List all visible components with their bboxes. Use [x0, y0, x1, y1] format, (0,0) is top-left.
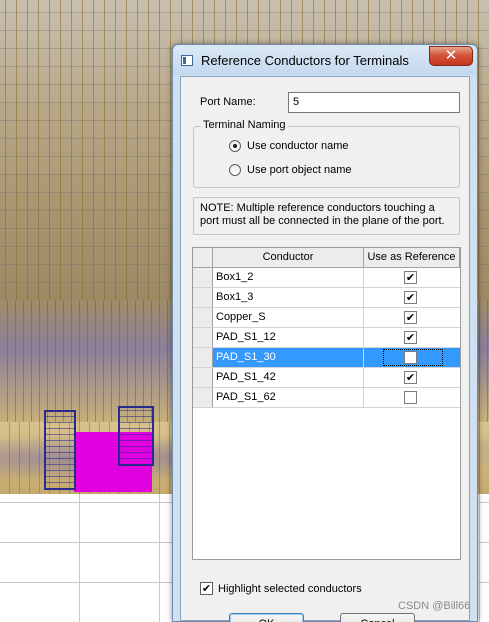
highlight-label: Highlight selected conductors [218, 582, 362, 595]
table-row-selected[interactable]: PAD_S1_30 [193, 348, 460, 368]
radio-use-conductor-name[interactable]: Use conductor name [229, 140, 349, 152]
table-row[interactable]: PAD_S1_42 ✔ [193, 368, 460, 388]
cancel-button[interactable]: Cancel [340, 613, 415, 622]
row-selector[interactable] [193, 388, 213, 407]
conductor-cell[interactable]: PAD_S1_30 [213, 348, 364, 367]
radio-selected-icon[interactable] [229, 140, 241, 152]
reference-checkbox[interactable]: ✔ [404, 291, 417, 304]
table-header: Conductor Use as Reference [193, 248, 460, 268]
radio-label: Use port object name [247, 164, 352, 176]
reference-cell[interactable] [364, 348, 460, 367]
radio-use-port-object-name[interactable]: Use port object name [229, 164, 352, 176]
table-row[interactable]: PAD_S1_12 ✔ [193, 328, 460, 348]
conductor-cell[interactable]: Box1_3 [213, 288, 364, 307]
table-row[interactable]: PAD_S1_62 [193, 388, 460, 408]
port-name-label: Port Name: [200, 96, 256, 108]
row-selector[interactable] [193, 308, 213, 327]
highlight-checkbox[interactable]: ✔ [200, 582, 213, 595]
reference-checkbox[interactable]: ✔ [404, 331, 417, 344]
radio-unselected-icon[interactable] [229, 164, 241, 176]
column-header-use-as-reference[interactable]: Use as Reference [364, 248, 460, 268]
table-row[interactable]: Box1_2 ✔ [193, 268, 460, 288]
reference-cell[interactable]: ✔ [364, 328, 460, 347]
terminal-naming-legend: Terminal Naming [201, 119, 288, 131]
column-header-conductor[interactable]: Conductor [213, 248, 364, 268]
reference-cell[interactable]: ✔ [364, 308, 460, 327]
wire-cage-left [44, 410, 76, 490]
reference-conductors-dialog: Reference Conductors for Terminals ✕ Por… [172, 44, 478, 622]
table-row[interactable]: Box1_3 ✔ [193, 288, 460, 308]
reference-cell[interactable]: ✔ [364, 268, 460, 287]
reference-cell[interactable] [364, 388, 460, 407]
ok-button[interactable]: OK [229, 613, 304, 622]
conductor-cell[interactable]: PAD_S1_12 [213, 328, 364, 347]
reference-checkbox[interactable]: ✔ [404, 271, 417, 284]
row-selector[interactable] [193, 268, 213, 287]
row-selector[interactable] [193, 288, 213, 307]
reference-checkbox[interactable]: ✔ [404, 371, 417, 384]
reference-cell[interactable]: ✔ [364, 288, 460, 307]
reference-cell[interactable]: ✔ [364, 368, 460, 387]
wire-cage-right [118, 406, 154, 466]
conductor-cell[interactable]: PAD_S1_42 [213, 368, 364, 387]
note-text: NOTE: Multiple reference conductors touc… [193, 197, 460, 235]
dialog-title: Reference Conductors for Terminals [201, 53, 409, 68]
watermark-text: CSDN @Bill66 [398, 600, 471, 612]
table-body: Box1_2 ✔ Box1_3 ✔ Copper_S ✔ PAD_S1_12 ✔… [193, 268, 460, 408]
conductor-cell[interactable]: Copper_S [213, 308, 364, 327]
row-selector[interactable] [193, 368, 213, 387]
window-icon [181, 55, 193, 66]
radio-label: Use conductor name [247, 140, 349, 152]
row-selector[interactable] [193, 328, 213, 347]
dialog-titlebar[interactable]: Reference Conductors for Terminals ✕ [173, 45, 477, 75]
table-row[interactable]: Copper_S ✔ [193, 308, 460, 328]
row-selector[interactable] [193, 348, 213, 367]
close-button[interactable]: ✕ [429, 46, 473, 66]
highlight-selected-option[interactable]: ✔ Highlight selected conductors [200, 582, 362, 595]
terminal-naming-group: Terminal Naming Use conductor name Use p… [193, 119, 460, 188]
port-name-input[interactable]: 5 [288, 92, 460, 113]
header-corner[interactable] [193, 248, 213, 268]
reference-checkbox[interactable] [404, 351, 417, 364]
conductor-cell[interactable]: PAD_S1_62 [213, 388, 364, 407]
reference-checkbox[interactable] [404, 391, 417, 404]
conductor-table: Conductor Use as Reference Box1_2 ✔ Box1… [192, 247, 461, 560]
dialog-body: Port Name: 5 Terminal Naming Use conduct… [180, 76, 470, 622]
conductor-cell[interactable]: Box1_2 [213, 268, 364, 287]
reference-checkbox[interactable]: ✔ [404, 311, 417, 324]
